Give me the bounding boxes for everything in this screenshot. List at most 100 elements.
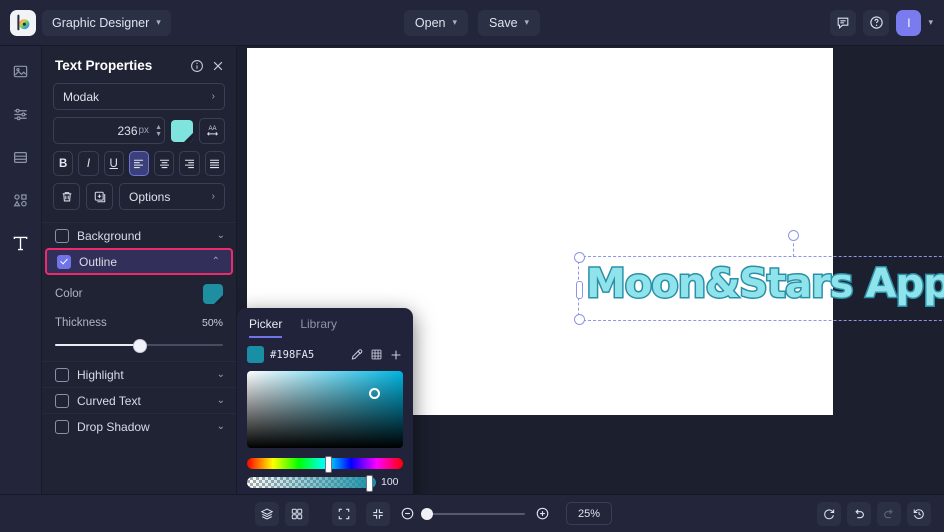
eyedropper-icon[interactable] <box>350 348 364 362</box>
app-root: Graphic Designer ▾ Open ▾ Save ▾ I ▾ Tex… <box>0 0 944 532</box>
bottom-bar: 25% <box>0 494 944 532</box>
bold-button[interactable]: B <box>53 151 74 176</box>
open-menu-button[interactable]: Open ▾ <box>403 9 469 36</box>
chevron-down-icon: ▾ <box>156 17 161 27</box>
chevron-up-icon: ⌃ <box>211 255 220 267</box>
info-circle-icon[interactable] <box>190 59 204 73</box>
section-background[interactable]: Background ⌄ <box>42 222 236 248</box>
font-size-value: 236 <box>117 123 138 138</box>
rail-item-layout[interactable] <box>8 144 34 170</box>
hex-value-input[interactable]: #198FA5 <box>270 349 344 361</box>
bottom-left-tools <box>0 501 309 526</box>
palette-grid-icon[interactable] <box>370 348 383 361</box>
highlight-label: Highlight <box>77 367 124 382</box>
italic-button[interactable]: I <box>78 151 99 176</box>
undo-icon[interactable] <box>847 501 871 526</box>
account-chevron-down-icon[interactable]: ▾ <box>928 18 933 27</box>
highlight-checkbox[interactable] <box>55 367 69 382</box>
outline-color-swatch[interactable] <box>203 284 223 304</box>
fit-screen-icon[interactable] <box>332 501 356 526</box>
underline-button[interactable]: U <box>103 151 124 176</box>
section-outline[interactable]: Outline ⌃ <box>45 248 233 275</box>
workspace: Text Properties Modak › 236 px ▲ ▼ AA B … <box>0 46 944 494</box>
help-circle-icon[interactable] <box>863 9 890 36</box>
section-highlight[interactable]: Highlight ⌄ <box>42 361 236 387</box>
options-button[interactable]: Options › <box>119 183 225 210</box>
collapse-icon[interactable] <box>366 501 390 526</box>
history-icon[interactable] <box>907 501 931 526</box>
zoom-slider-knob[interactable] <box>421 507 433 520</box>
text-properties-panel: Text Properties Modak › 236 px ▲ ▼ AA B … <box>42 46 237 494</box>
drop-shadow-checkbox[interactable] <box>55 419 69 434</box>
document-name-label: Graphic Designer <box>52 15 150 30</box>
picker-cursor[interactable] <box>369 388 380 399</box>
stepper-up-icon: ▲ <box>155 123 162 131</box>
zoom-in-icon[interactable] <box>535 506 550 521</box>
resize-handle-middle-left[interactable] <box>576 280 583 299</box>
align-left-icon[interactable] <box>128 151 150 176</box>
color-picker-popup[interactable]: Picker Library #198FA5 100 <box>237 308 413 494</box>
reset-rotate-icon[interactable] <box>817 501 841 526</box>
rail-item-adjust[interactable] <box>8 101 34 127</box>
plus-icon[interactable] <box>389 348 403 362</box>
redo-icon[interactable] <box>877 501 901 526</box>
slider-fill <box>55 344 139 346</box>
background-checkbox[interactable] <box>55 228 69 243</box>
rail-item-text[interactable] <box>8 230 34 256</box>
font-size-input[interactable]: 236 px ▲ ▼ <box>53 117 165 144</box>
save-menu-button[interactable]: Save ▾ <box>478 9 541 36</box>
alpha-slider-knob[interactable] <box>366 474 373 492</box>
grid-icon[interactable] <box>285 501 309 526</box>
font-size-row: 236 px ▲ ▼ AA <box>53 117 225 144</box>
outline-thickness-row: Thickness 50% <box>55 317 223 329</box>
user-avatar[interactable]: I <box>896 9 922 36</box>
svg-text:AA: AA <box>208 126 216 132</box>
rotation-handle[interactable] <box>787 230 799 241</box>
zoom-slider[interactable] <box>421 507 525 520</box>
close-icon[interactable] <box>211 59 225 73</box>
section-drop-shadow[interactable]: Drop Shadow ⌄ <box>42 413 236 439</box>
chevron-down-icon: ⌄ <box>216 420 225 432</box>
outline-thickness-slider[interactable] <box>55 338 223 353</box>
outline-settings: Color Thickness 50% <box>42 275 236 338</box>
duplicate-icon[interactable] <box>86 183 113 210</box>
resize-handle-bottom-left[interactable] <box>574 314 585 325</box>
tab-library[interactable]: Library <box>300 317 337 338</box>
text-fill-color-swatch[interactable] <box>171 119 193 142</box>
font-size-stepper[interactable]: ▲ ▼ <box>155 124 162 138</box>
hue-slider[interactable] <box>247 456 403 473</box>
outline-checkbox[interactable] <box>57 254 71 269</box>
curved-text-checkbox[interactable] <box>55 393 69 408</box>
rail-item-media[interactable] <box>8 58 34 84</box>
chevron-down-icon: ⌄ <box>216 229 225 241</box>
comment-icon[interactable] <box>830 9 857 36</box>
picker-current-swatch[interactable] <box>247 346 264 363</box>
alpha-slider[interactable] <box>247 474 376 492</box>
align-justify-icon[interactable] <box>204 151 225 176</box>
align-center-icon[interactable] <box>154 151 175 176</box>
outline-color-row: Color <box>55 284 223 304</box>
zoom-level-value[interactable]: 25% <box>566 502 612 525</box>
saturation-value-area[interactable] <box>247 371 403 448</box>
align-right-icon[interactable] <box>179 151 200 176</box>
tab-picker[interactable]: Picker <box>249 317 283 338</box>
letter-spacing-icon[interactable]: AA <box>199 117 225 144</box>
trash-icon[interactable] <box>53 183 80 210</box>
chevron-down-icon: ⌄ <box>216 394 225 406</box>
document-name-dropdown[interactable]: Graphic Designer ▾ <box>42 9 171 36</box>
resize-handle-top-left[interactable] <box>574 252 585 263</box>
rail-item-elements[interactable] <box>8 187 34 213</box>
hue-slider-knob[interactable] <box>325 456 332 473</box>
outline-thickness-value: 50% <box>201 317 223 329</box>
selection-box[interactable] <box>574 230 944 325</box>
font-family-selector[interactable]: Modak › <box>53 83 225 110</box>
options-label: Options <box>129 189 171 204</box>
hex-row: #198FA5 <box>237 338 413 363</box>
canvas-stage[interactable]: Moon&Stars Apparel Picker Library <box>237 46 944 494</box>
layers-icon[interactable] <box>255 501 279 526</box>
slider-knob[interactable] <box>133 339 147 353</box>
background-label: Background <box>77 228 142 243</box>
zoom-out-icon[interactable] <box>400 506 415 521</box>
section-curved-text[interactable]: Curved Text ⌄ <box>42 387 236 413</box>
color-wheel-logo-icon[interactable] <box>10 9 36 36</box>
